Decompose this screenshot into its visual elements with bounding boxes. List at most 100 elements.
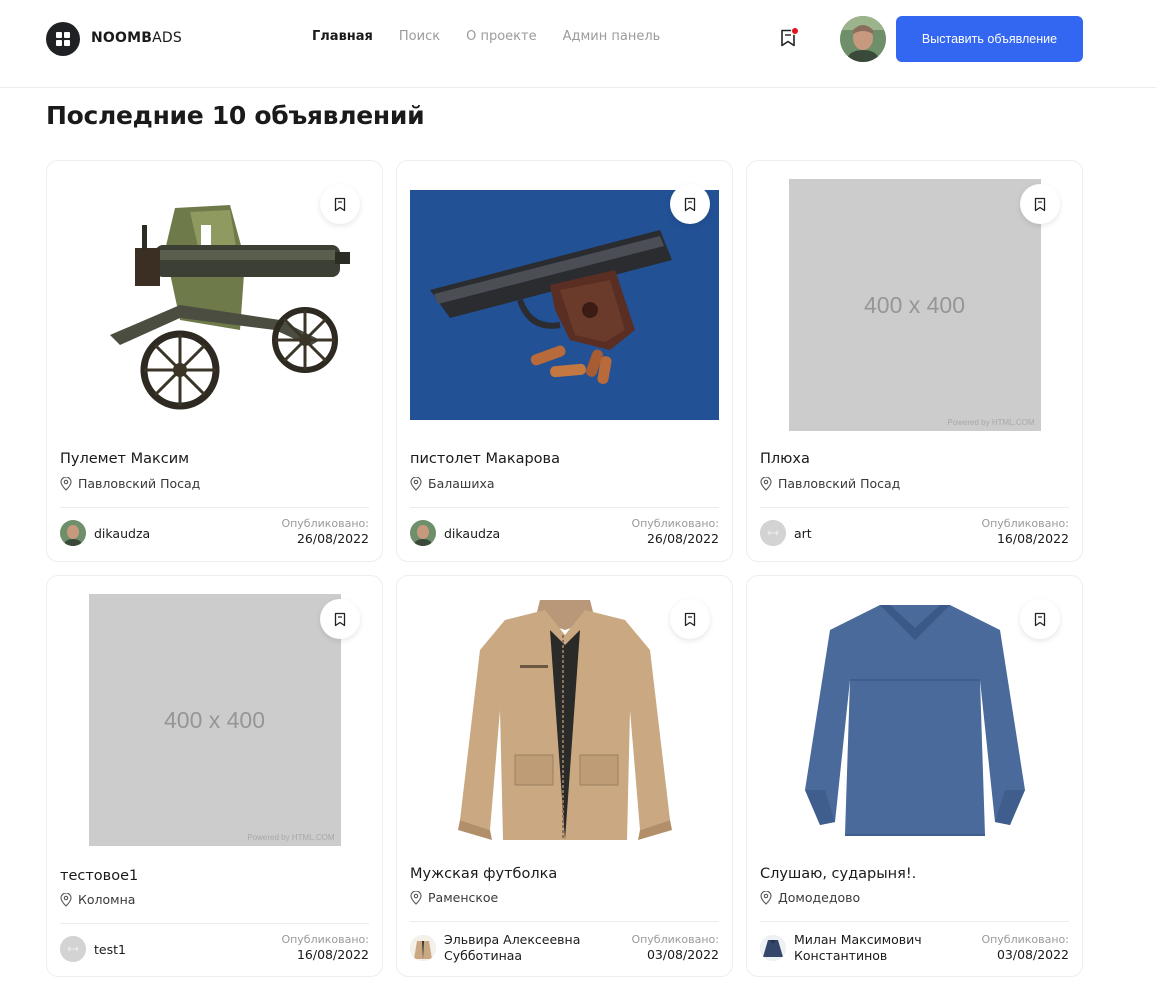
ad-author[interactable]: Эльвира Алексеевна Субботинаа (410, 932, 580, 964)
bookmark-icon (334, 612, 346, 626)
card-divider (760, 921, 1069, 922)
nav-item-search[interactable]: Поиск (399, 29, 440, 44)
avatar (60, 936, 86, 962)
logo-text-bold: NOOMB (91, 30, 153, 46)
placeholder-text: 400 x 400 (163, 706, 266, 733)
ad-location-text: Балашиха (428, 476, 495, 491)
published-date: 03/08/2022 (646, 947, 719, 962)
avatar (410, 935, 436, 961)
ad-title[interactable]: Слушаю, сударыня!. (760, 866, 916, 882)
bookmark-icon (334, 197, 346, 211)
bookmark-icon (1034, 197, 1046, 211)
ad-author[interactable]: dikaudza (410, 520, 500, 546)
location-pin-icon (760, 890, 772, 905)
bookmark-button[interactable] (670, 184, 710, 224)
published-date: 16/08/2022 (996, 531, 1069, 546)
ad-card[interactable]: Пулемет Максим Павловский Посад dikaudza… (46, 160, 383, 562)
published-info: Опубликовано: 03/08/2022 (631, 933, 719, 963)
ad-author[interactable]: test1 (60, 936, 126, 962)
bookmark-button[interactable] (670, 599, 710, 639)
bookmark-button[interactable] (320, 599, 360, 639)
bookmark-button[interactable] (320, 184, 360, 224)
card-divider (410, 507, 719, 508)
bookmark-button[interactable] (1020, 599, 1060, 639)
ad-title[interactable]: пистолет Макарова (410, 451, 560, 467)
placeholder-image: 400 x 400 Powered by HTML.COM (88, 594, 341, 846)
jacket-image (457, 600, 672, 840)
ad-title[interactable]: Плюха (760, 451, 810, 467)
main-nav: Главная Поиск О проекте Админ панель (312, 29, 660, 44)
bookmark-icon (684, 197, 696, 211)
user-avatar[interactable] (840, 16, 886, 62)
placeholder-credit: Powered by HTML.COM (947, 418, 1035, 427)
published-label: Опубликовано: (631, 517, 719, 530)
avatar (760, 935, 786, 961)
card-divider (60, 507, 369, 508)
nav-item-home[interactable]: Главная (312, 29, 373, 44)
ad-card[interactable]: 400 x 400 Powered by HTML.COM тестовое1 … (46, 575, 383, 977)
ad-location: Раменское (410, 890, 498, 905)
pistol-image (410, 190, 719, 420)
published-date: 26/08/2022 (296, 531, 369, 546)
ad-card[interactable]: пистолет Макарова Балашиха dikaudza Опуб… (396, 160, 733, 562)
logo-text-rest: ADS (152, 30, 182, 46)
ad-location-text: Раменское (428, 890, 499, 905)
post-ad-button[interactable]: Выставить объявление (896, 16, 1083, 62)
sweater-image (804, 605, 1025, 836)
location-pin-icon (760, 476, 772, 491)
avatar (60, 520, 86, 546)
placeholder-image: 400 x 400 Powered by HTML.COM (788, 179, 1041, 431)
nav-item-about[interactable]: О проекте (466, 29, 537, 44)
ad-title[interactable]: тестовое1 (60, 868, 138, 884)
published-label: Опубликовано: (281, 517, 369, 530)
logo-icon[interactable] (46, 22, 80, 56)
published-info: Опубликовано: 16/08/2022 (281, 933, 369, 963)
author-first-line: Милан Максимович (794, 932, 922, 947)
bookmark-button[interactable] (1020, 184, 1060, 224)
card-divider (410, 921, 719, 922)
ad-author[interactable]: art (760, 520, 812, 546)
ad-author[interactable]: Милан Максимович Константинов (760, 932, 922, 964)
ad-location-text: Домодедово (778, 890, 861, 905)
published-date: 03/08/2022 (996, 947, 1069, 962)
top-header: NOOMBADS Главная Поиск О проекте Админ п… (0, 0, 1156, 88)
logo-text[interactable]: NOOMBADS (91, 30, 182, 46)
favorites-button[interactable] (776, 26, 800, 50)
page-title: Последние 10 объявлений (46, 101, 425, 130)
published-label: Опубликовано: (631, 933, 719, 946)
bookmark-icon (684, 612, 696, 626)
published-date: 16/08/2022 (296, 947, 369, 962)
ad-location-text: Павловский Посад (778, 476, 901, 491)
published-label: Опубликовано: (281, 933, 369, 946)
ad-location: Павловский Посад (760, 476, 900, 491)
author-name: test1 (94, 941, 126, 957)
author-name: dikaudza (94, 525, 151, 541)
ad-location-text: Коломна (78, 892, 136, 907)
location-pin-icon (410, 890, 422, 905)
location-pin-icon (60, 476, 72, 491)
nav-item-admin[interactable]: Админ панель (563, 29, 661, 44)
published-label: Опубликовано: (981, 517, 1069, 530)
ad-card[interactable]: 400 x 400 Powered by HTML.COM Плюха Павл… (746, 160, 1083, 562)
card-divider (60, 923, 369, 924)
ad-card[interactable]: Слушаю, сударыня!. Домодедово Милан Макс… (746, 575, 1083, 977)
placeholder-text: 400 x 400 (863, 291, 966, 318)
ad-location: Коломна (60, 892, 135, 907)
author-name: art (794, 525, 812, 541)
author-second-line: Константинов (794, 948, 888, 963)
bookmark-icon (1034, 612, 1046, 626)
ad-location-text: Павловский Посад (78, 476, 201, 491)
published-date: 26/08/2022 (646, 531, 719, 546)
placeholder-credit: Powered by HTML.COM (247, 833, 335, 842)
published-label: Опубликовано: (981, 933, 1069, 946)
ad-author[interactable]: dikaudza (60, 520, 150, 546)
ad-location: Павловский Посад (60, 476, 200, 491)
location-pin-icon (410, 476, 422, 491)
published-info: Опубликовано: 03/08/2022 (981, 933, 1069, 963)
author-name: Милан Максимович Константинов (794, 932, 922, 964)
ad-card[interactable]: Мужская футболка Раменское Эльвира Алекс… (396, 575, 733, 977)
ad-title[interactable]: Пулемет Максим (60, 451, 189, 467)
card-divider (760, 507, 1069, 508)
ad-title[interactable]: Мужская футболка (410, 866, 557, 882)
ad-location: Домодедово (760, 890, 860, 905)
